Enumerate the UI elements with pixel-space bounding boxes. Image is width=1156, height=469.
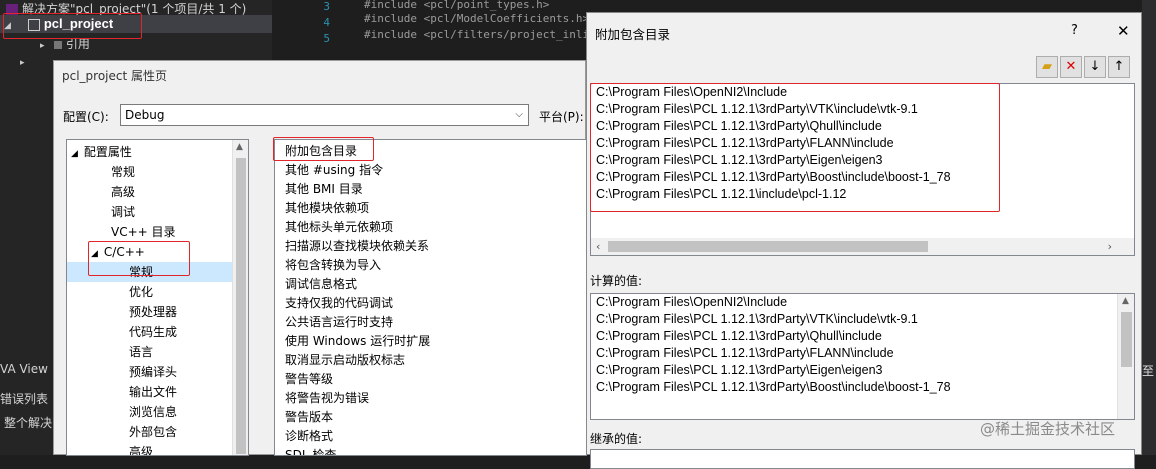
external-deps-node[interactable]: ▸	[20, 52, 30, 70]
move-down-button[interactable]: ↓	[1084, 56, 1106, 78]
scroll-up-icon[interactable]: ▲	[236, 142, 243, 152]
tree-node-language[interactable]: 语言	[129, 342, 153, 362]
property-row[interactable]: 支持仅我的代码调试	[285, 294, 393, 313]
close-button[interactable]: ✕	[1117, 22, 1130, 40]
new-line-button[interactable]: ▰	[1036, 56, 1058, 78]
property-row[interactable]: 其他模块依赖项	[285, 199, 369, 218]
code-line: #include <pcl/filters/project_inli	[364, 28, 590, 41]
project-highlight-box	[3, 13, 142, 39]
tree-node-general[interactable]: 常规	[111, 162, 135, 182]
collapsed-arrow-icon: ▸	[40, 41, 45, 51]
property-row[interactable]: 其他 #using 指令	[285, 161, 383, 180]
line-number: 5	[323, 32, 330, 45]
tree-node-code-generation[interactable]: 代码生成	[129, 322, 177, 342]
arrow-up-icon: ↑	[1113, 59, 1125, 74]
tree-node-cpp-advanced[interactable]: 高级	[129, 442, 153, 455]
tree-node-preprocessor[interactable]: 预处理器	[129, 302, 177, 322]
platform-label: 平台(P):	[539, 110, 584, 124]
code-line: #include <pcl/point_types.h>	[364, 0, 550, 11]
scroll-thumb[interactable]	[608, 241, 928, 252]
va-view-tab[interactable]: VA View	[0, 360, 48, 378]
property-row[interactable]: 其他标头单元依赖项	[285, 218, 393, 237]
inherited-label: 继承的值:	[590, 432, 643, 446]
expanded-arrow-icon: ◢	[71, 149, 78, 159]
evaluated-path-line: C:\Program Files\PCL 1.12.1\3rdParty\VTK…	[596, 312, 918, 326]
tree-node-vc-directories[interactable]: VC++ 目录	[111, 222, 176, 242]
config-label: 配置(C):	[63, 110, 109, 124]
evaluated-label: 计算的值:	[590, 274, 643, 288]
scroll-up-icon[interactable]: ▲	[1122, 296, 1129, 306]
right-edge-text: 至	[1142, 364, 1155, 378]
right-dark-strip: 至	[1142, 0, 1156, 455]
property-row[interactable]: 其他 BMI 目录	[285, 180, 363, 199]
delete-icon: ✕	[1065, 59, 1077, 74]
property-row[interactable]: 将警告视为错误	[285, 389, 369, 408]
help-button[interactable]: ?	[1071, 23, 1078, 38]
evaluated-scrollbar[interactable]: ▲	[1117, 294, 1134, 419]
code-line: #include <pcl/ModelCoefficients.h>	[364, 12, 590, 25]
tree-node-output-files[interactable]: 输出文件	[129, 382, 177, 402]
properties-list: 附加包含目录 其他 #using 指令 其他 BMI 目录 其他模块依赖项 其他标头单元…	[274, 139, 587, 456]
evaluated-path-line: C:\Program Files\OpenNI2\Include	[596, 295, 788, 309]
evaluated-path-line: C:\Program Files\PCL 1.12.1\3rdParty\Qhu…	[596, 329, 882, 343]
property-row[interactable]: 警告版本	[285, 408, 333, 427]
scroll-thumb[interactable]	[1121, 312, 1132, 367]
watermark: @稀土掘金技术社区	[980, 420, 1116, 438]
tree-node-precompiled-headers[interactable]: 预编译头	[129, 362, 177, 382]
inherited-values	[590, 449, 1135, 469]
paths-highlight-box	[590, 83, 1000, 212]
cpp-highlight-box	[88, 241, 190, 276]
horizontal-scrollbar[interactable]: ‹ ›	[591, 238, 1134, 255]
include-dirs-dialog: 附加包含目录 ? ✕ ▰ ✕ ↓ ↑ C:\Program Files\Open…	[586, 12, 1142, 469]
property-row[interactable]: 将包含转换为导入	[285, 256, 381, 275]
arrow-down-icon: ↓	[1089, 59, 1101, 74]
move-up-button[interactable]: ↑	[1108, 56, 1130, 78]
chevron-down-icon: ⌵	[515, 109, 523, 120]
line-number: 4	[323, 16, 330, 29]
evaluated-values: C:\Program Files\OpenNI2\Include C:\Progr…	[590, 293, 1135, 420]
evaluated-path-line: C:\Program Files\PCL 1.12.1\3rdParty\Boo…	[596, 380, 951, 394]
collapsed-arrow-icon: ▸	[20, 58, 25, 68]
tree-node-browse-info[interactable]: 浏览信息	[129, 402, 177, 422]
line-number: 3	[323, 0, 330, 13]
property-row[interactable]: 使用 Windows 运行时扩展	[285, 332, 430, 351]
dialog-title: pcl_project 属性页	[62, 69, 168, 83]
scroll-left-icon[interactable]: ‹	[596, 240, 600, 253]
code-editor[interactable]: 3 #include <pcl/point_types.h> 4 #includ…	[272, 0, 590, 60]
tree-node-optimization[interactable]: 优化	[129, 282, 153, 302]
evaluated-path-line: C:\Program Files\PCL 1.12.1\3rdParty\Eig…	[596, 363, 883, 377]
new-folder-icon: ▰	[1042, 59, 1052, 74]
evaluated-path-line: C:\Program Files\PCL 1.12.1\3rdParty\FLA…	[596, 346, 894, 360]
scroll-right-icon[interactable]: ›	[1108, 240, 1112, 253]
tree-node-debugging[interactable]: 调试	[111, 202, 135, 222]
property-row[interactable]: 警告等级	[285, 370, 333, 389]
delete-line-button[interactable]: ✕	[1060, 56, 1082, 78]
tree-node-advanced[interactable]: 高级	[111, 182, 135, 202]
error-list-tab[interactable]: 错误列表	[0, 390, 48, 408]
config-select[interactable]: Debug ⌵	[120, 104, 529, 126]
config-value: Debug	[125, 108, 165, 122]
scroll-thumb[interactable]	[236, 158, 246, 454]
property-row[interactable]: 调试信息格式	[285, 275, 357, 294]
dialog-title: 附加包含目录	[595, 27, 671, 42]
property-row[interactable]: 扫描源以查找模块依赖关系	[285, 237, 429, 256]
tree-node-external-includes[interactable]: 外部包含	[129, 422, 177, 442]
include-dirs-highlight-box	[273, 137, 374, 161]
tree-scrollbar[interactable]: ▲	[232, 140, 248, 455]
property-row[interactable]: 诊断格式	[285, 427, 333, 446]
property-row[interactable]: 公共语言运行时支持	[285, 313, 393, 332]
property-row[interactable]: 取消显示启动版权标志	[285, 351, 405, 370]
references-icon	[53, 40, 62, 49]
tree-node-root[interactable]: ◢ 配置属性	[71, 142, 132, 162]
property-tree: ◢ 配置属性 常规 高级 调试 VC++ 目录 ◢ C/C++ 常规 优化 预处理器…	[66, 139, 249, 456]
